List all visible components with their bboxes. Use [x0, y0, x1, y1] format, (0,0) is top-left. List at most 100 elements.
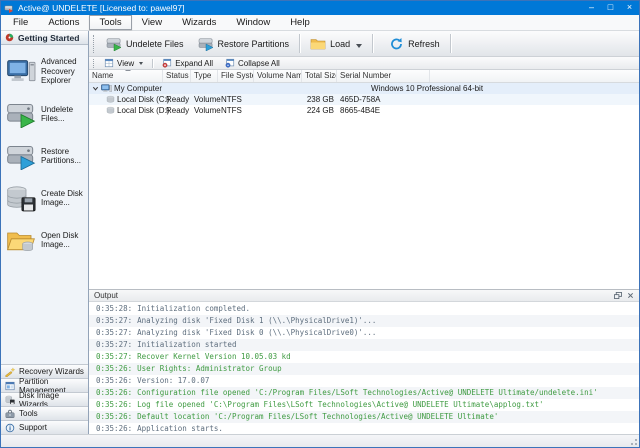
column-header-name[interactable]: Name	[89, 70, 163, 82]
restore-partitions-icon	[6, 143, 36, 170]
log-line: 0:35:26: Version: 17.0.07	[89, 375, 639, 387]
toolbar-grip[interactable]	[93, 35, 94, 53]
log-text: Version: 17.0.07	[137, 375, 209, 387]
undelete-files-button[interactable]: Undelete Files	[100, 35, 190, 53]
log-line: 0:35:26:Default location 'C:/Program Fil…	[89, 411, 639, 423]
output-panel-header: Output	[89, 290, 639, 302]
support-icon	[5, 423, 15, 433]
menu-bar: File Actions Tools View Wizards Window H…	[1, 15, 639, 31]
devices-grid: Name Status Type File System Volume Name…	[89, 70, 639, 289]
cell-total-size: 238 GB	[302, 95, 337, 104]
load-folder-icon	[310, 37, 326, 51]
close-button[interactable]: ×	[620, 1, 639, 15]
tree-expand-caret-icon[interactable]	[92, 85, 99, 92]
getting-started-icon	[5, 33, 14, 42]
column-header-file-system[interactable]: File System	[218, 70, 254, 82]
column-header-volume-name[interactable]: Volume Name	[254, 70, 302, 82]
restore-partitions-button[interactable]: Restore Partitions	[192, 35, 296, 53]
view-icon	[104, 58, 114, 68]
cell-status: Ready	[163, 95, 191, 104]
sidebar-panel-label: Support	[19, 423, 47, 432]
float-panel-icon[interactable]	[614, 292, 622, 299]
cell-serial-number: 465D-758A	[337, 95, 430, 104]
menu-tools[interactable]: Tools	[89, 15, 131, 30]
menu-actions[interactable]: Actions	[38, 15, 89, 30]
tree-row-local-disk-c[interactable]: Local Disk (C:) Ready Volume NTFS 238 GB…	[89, 94, 639, 105]
log-text: Recover Kernel Version 10.05.03 kd	[137, 351, 291, 363]
wizard-wand-icon	[5, 367, 15, 377]
cell-status: Ready	[163, 106, 191, 115]
os-info-text: Windows 10 Professional 64-bit	[371, 83, 483, 94]
partition-icon	[5, 381, 15, 391]
sidebar-panel-tools[interactable]: Tools	[1, 406, 88, 420]
sidebar-item-restore-partitions[interactable]: Restore Partitions...	[6, 143, 86, 170]
menu-file[interactable]: File	[3, 15, 38, 30]
sidebar-header-getting-started[interactable]: Getting Started	[1, 31, 88, 45]
log-line: 0:35:26:Application starts.	[89, 423, 639, 434]
tree-row-my-computer[interactable]: My Computer Windows 10 Professional 64-b…	[89, 83, 639, 94]
cell-serial-number: 8665-4B4E	[337, 106, 430, 115]
sidebar-item-create-disk-image[interactable]: Create Disk Image...	[6, 185, 86, 212]
log-time: 0:35:28:	[96, 303, 132, 315]
log-text: Analyzing disk 'Fixed Disk 1 (\\.\Physic…	[137, 315, 376, 327]
column-header-total-size[interactable]: Total Size	[302, 70, 337, 82]
log-text: Initialization completed.	[137, 303, 250, 315]
sidebar-item-undelete-files[interactable]: Undelete Files...	[6, 101, 86, 128]
menu-view[interactable]: View	[132, 15, 172, 30]
sidebar-item-open-disk-image[interactable]: Open Disk Image...	[6, 227, 86, 254]
log-time: 0:35:27:	[96, 315, 132, 327]
my-computer-icon	[101, 84, 112, 93]
sidebar-panel-disk-image-wizards[interactable]: Disk Image Wizards	[1, 392, 88, 406]
sidebar-item-label: Undelete Files...	[41, 105, 86, 124]
refresh-icon	[389, 37, 404, 51]
sidebar-item-label: Create Disk Image...	[41, 189, 86, 208]
tree-row-local-disk-d[interactable]: Local Disk (D:) Ready Volume NTFS 224 GB…	[89, 105, 639, 116]
cell-type: Volume	[191, 106, 218, 115]
sidebar-panel-label: Tools	[19, 409, 38, 418]
sidebar-item-advanced-recovery-explorer[interactable]: Advanced Recovery Explorer	[6, 57, 86, 86]
log-line: 0:35:27: Analyzing disk 'Fixed Disk 1 (\\…	[89, 315, 639, 327]
menu-wizards[interactable]: Wizards	[172, 15, 226, 30]
expand-all-button[interactable]: Expand All	[157, 58, 218, 68]
status-bar	[1, 434, 639, 447]
output-log[interactable]: 0:35:28: Initialization completed. 0:35:2…	[89, 302, 639, 434]
cell-file-system: NTFS	[218, 106, 254, 115]
menu-help[interactable]: Help	[280, 15, 320, 30]
collapse-all-button[interactable]: Collapse All	[220, 58, 285, 68]
toolbar-separator	[299, 34, 300, 53]
view-toolbar-grip[interactable]	[93, 59, 94, 68]
sidebar-panel-support[interactable]: Support	[1, 420, 88, 434]
app-icon	[4, 3, 14, 13]
disk-volume-icon	[106, 95, 115, 104]
column-header-filler	[430, 70, 639, 82]
disk-image-icon	[5, 395, 15, 405]
sidebar-spacer	[1, 254, 88, 365]
main-area: Undelete Files Restore Partitions Load R…	[89, 31, 639, 434]
menu-window[interactable]: Window	[226, 15, 280, 30]
sidebar-item-label: Advanced Recovery Explorer	[41, 57, 86, 86]
column-header-serial-number[interactable]: Serial Number	[337, 70, 430, 82]
log-text: Default location 'C:/Program Files/LSoft…	[137, 411, 498, 423]
refresh-button[interactable]: Refresh	[383, 35, 446, 53]
log-time: 0:35:26:	[96, 387, 132, 399]
log-time: 0:35:26:	[96, 375, 132, 387]
column-header-status[interactable]: Status	[163, 70, 191, 82]
sidebar-items: Advanced Recovery Explorer Undelete File…	[1, 45, 88, 254]
view-button[interactable]: View	[99, 58, 148, 68]
log-line: 0:35:27:Recover Kernel Version 10.05.03 …	[89, 351, 639, 363]
load-dropdown-caret-icon	[356, 44, 362, 48]
view-dropdown-caret-icon	[139, 62, 143, 65]
view-toolbar: View Expand All Collapse All	[89, 57, 639, 70]
restore-partitions-label: Restore Partitions	[218, 39, 290, 49]
log-line: 0:35:26:Configuration file opened 'C:/Pr…	[89, 387, 639, 399]
cell-file-system: NTFS	[218, 95, 254, 104]
window-controls: – □ ×	[582, 1, 639, 15]
resize-grip-icon[interactable]	[629, 437, 638, 446]
log-text: Analyzing disk 'Fixed Disk 0 (\\.\Physic…	[137, 327, 376, 339]
column-header-type[interactable]: Type	[191, 70, 218, 82]
close-panel-icon[interactable]	[627, 292, 634, 299]
maximize-button[interactable]: □	[601, 1, 620, 15]
minimize-button[interactable]: –	[582, 1, 601, 15]
sort-ascending-icon	[125, 70, 131, 71]
load-button[interactable]: Load	[304, 35, 368, 53]
